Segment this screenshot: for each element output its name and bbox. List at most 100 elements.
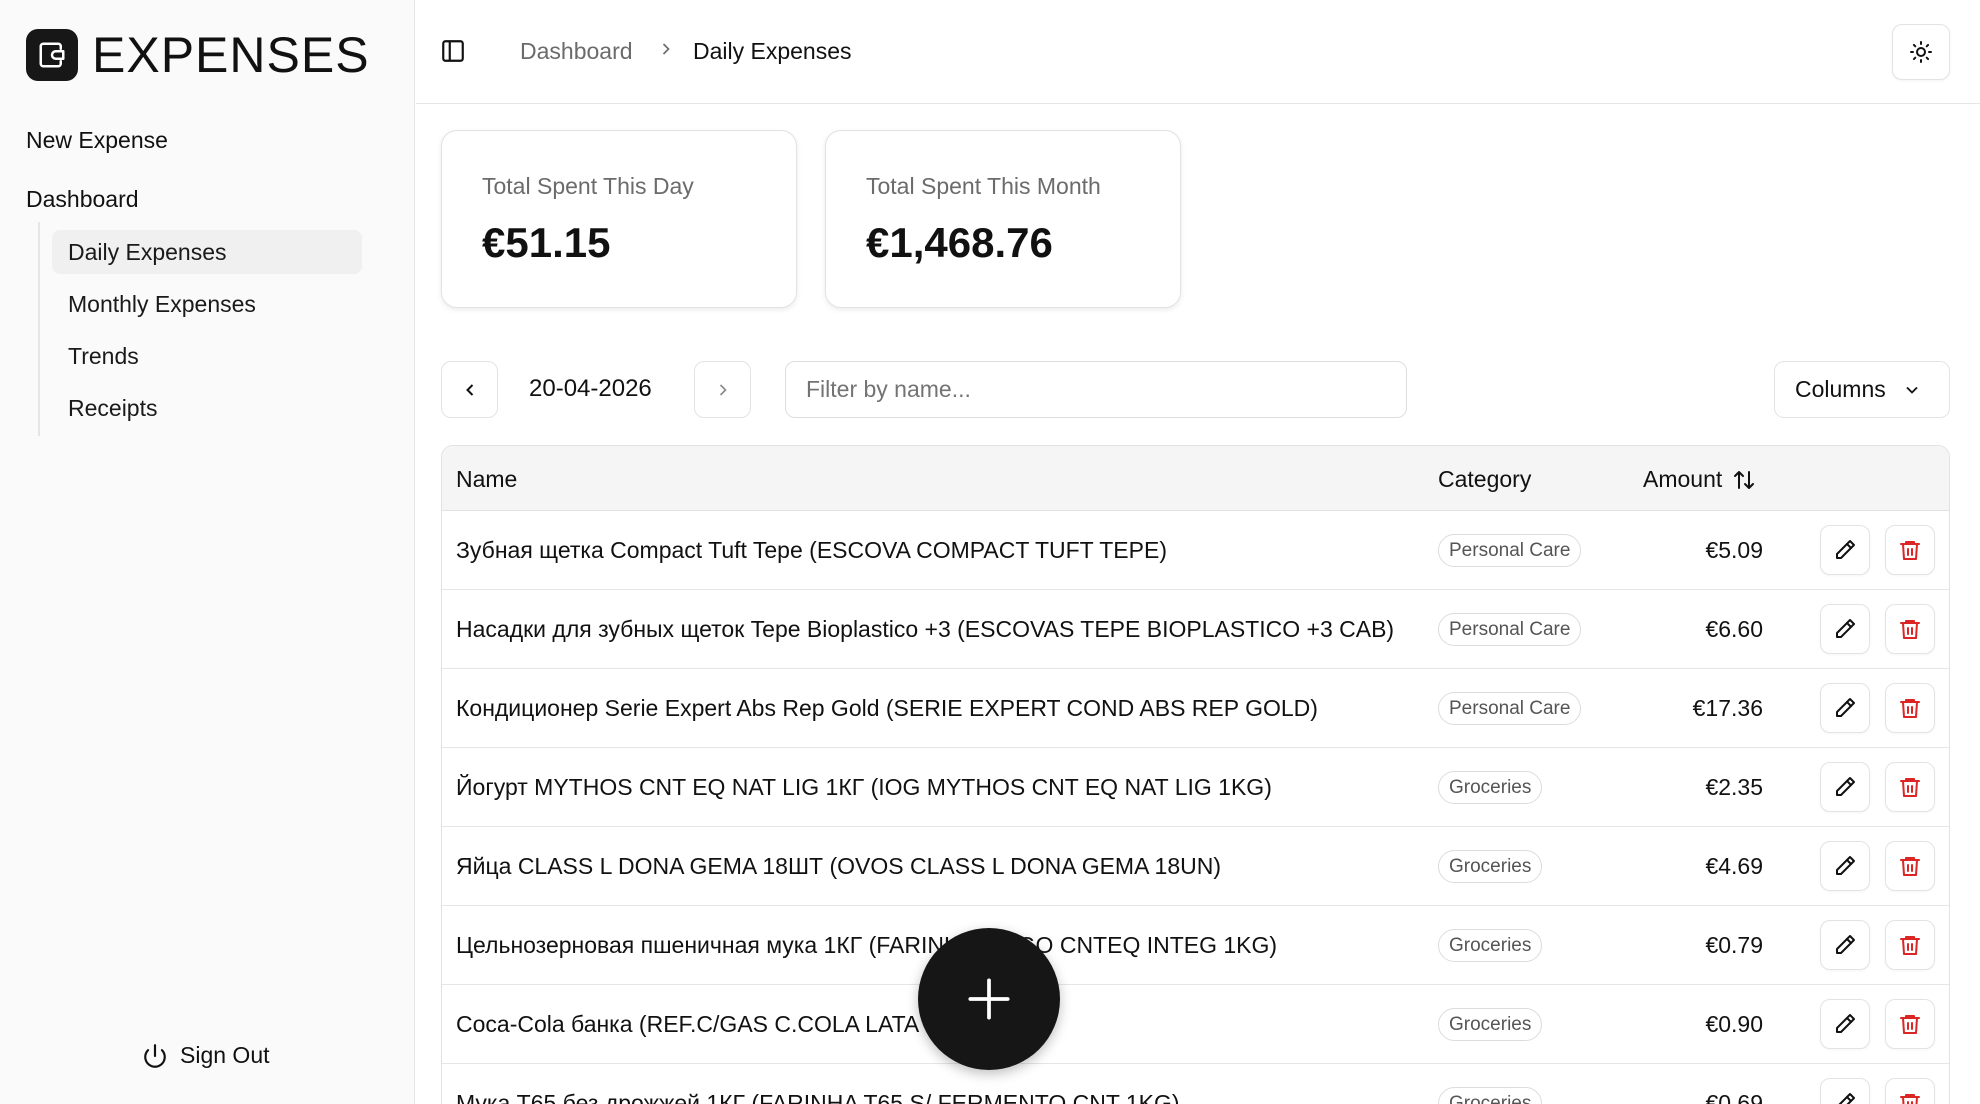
delete-button[interactable]: [1885, 604, 1935, 654]
chevron-right-icon: [656, 38, 676, 65]
edit-button[interactable]: [1820, 1078, 1870, 1104]
trash-icon: [1900, 699, 1920, 718]
theme-toggle-button[interactable]: [1892, 24, 1950, 80]
pencil-icon: [1836, 1014, 1855, 1033]
sidebar-item-trends[interactable]: Trends: [52, 334, 362, 378]
cell-name: Coca-Cola банка (REF.C/GAS C.COLA LATA 3…: [456, 1011, 988, 1037]
trash-icon: [1900, 1015, 1920, 1034]
cell-amount: €0.79: [1705, 932, 1763, 958]
sidebar-item-dashboard[interactable]: Dashboard: [26, 186, 139, 213]
sidebar-item-new-expense[interactable]: New Expense: [26, 127, 168, 154]
amount-header-label: Amount: [1643, 466, 1723, 492]
table-row[interactable]: Цельнозерновая пшеничная мука 1КГ (FARIN…: [442, 906, 1949, 985]
trash-icon: [1900, 1094, 1920, 1104]
plus-icon: [968, 978, 1010, 1020]
table-row[interactable]: Зубная щетка Compact Tuft Tepe (ESCOVA C…: [442, 511, 1949, 590]
power-icon: [144, 1043, 166, 1068]
wallet-icon: [26, 29, 78, 81]
sun-icon: [1910, 41, 1932, 63]
trash-icon: [1900, 620, 1920, 639]
delete-button[interactable]: [1885, 920, 1935, 970]
trash-icon: [1900, 778, 1920, 797]
sort-icon: [1734, 470, 1755, 489]
edit-button[interactable]: [1820, 525, 1870, 575]
app-logo[interactable]: EXPENSES: [26, 26, 370, 84]
breadcrumb-current: Daily Expenses: [693, 38, 852, 64]
cell-name: Зубная щетка Compact Tuft Tepe (ESCOVA C…: [456, 537, 1167, 563]
pencil-icon: [1836, 540, 1855, 559]
cell-amount: €5.09: [1705, 537, 1763, 563]
table-header: Name Category Amount: [442, 446, 1949, 511]
card-label: Total Spent This Day: [482, 173, 694, 199]
sidebar-toggle-icon: [442, 40, 464, 62]
card-total-day: Total Spent This Day €51.15: [441, 130, 797, 308]
cell-name: Цельнозерновая пшеничная мука 1КГ (FARIN…: [456, 932, 1278, 958]
pencil-icon: [1836, 619, 1855, 638]
cell-amount: €2.35: [1705, 774, 1763, 800]
card-value: €1,468.76: [866, 219, 1053, 266]
sign-out-button[interactable]: Sign Out: [142, 1042, 270, 1069]
previous-day-button[interactable]: [441, 361, 498, 418]
chevron-left-icon: [465, 383, 473, 396]
table-row[interactable]: Coca-Cola банка (REF.C/GAS C.COLA LATA 3…: [442, 985, 1949, 1064]
columns-label: Columns: [1795, 376, 1886, 402]
sidebar: EXPENSES New Expense Dashboard Daily Exp…: [0, 0, 415, 1104]
cell-name: Йогурт MYTHOS CNT EQ NAT LIG 1КГ (IOG MY…: [456, 774, 1272, 800]
trash-icon: [1900, 541, 1920, 560]
sidebar-item-receipts[interactable]: Receipts: [52, 386, 362, 430]
edit-button[interactable]: [1820, 920, 1870, 970]
trash-icon: [1900, 857, 1920, 876]
edit-button[interactable]: [1820, 683, 1870, 733]
pencil-icon: [1836, 777, 1855, 796]
columns-dropdown-button[interactable]: Columns: [1774, 361, 1950, 418]
delete-button[interactable]: [1885, 762, 1935, 812]
pencil-icon: [1836, 935, 1855, 954]
edit-button[interactable]: [1820, 762, 1870, 812]
category-badge: Personal Care: [1438, 613, 1582, 646]
delete-button[interactable]: [1885, 683, 1935, 733]
category-badge: Groceries: [1438, 850, 1543, 883]
table-row[interactable]: Мука T65 без дрожжей 1КГ (FARINHA T65 S/…: [442, 1064, 1949, 1104]
add-expense-fab[interactable]: [918, 928, 1060, 1070]
delete-button[interactable]: [1885, 841, 1935, 891]
filter-by-name-input[interactable]: [785, 361, 1407, 418]
sidebar-item-daily-expenses[interactable]: Daily Expenses: [52, 230, 362, 274]
next-day-button[interactable]: [694, 361, 751, 418]
sidebar-toggle-button[interactable]: [438, 36, 468, 66]
delete-button[interactable]: [1885, 525, 1935, 575]
category-badge: Personal Care: [1438, 692, 1582, 725]
cell-amount: €0.69: [1705, 1090, 1763, 1104]
card-value: €51.15: [482, 219, 611, 266]
sidebar-item-monthly-expenses[interactable]: Monthly Expenses: [52, 282, 362, 326]
breadcrumb-dashboard[interactable]: Dashboard: [520, 38, 633, 65]
edit-button[interactable]: [1820, 604, 1870, 654]
delete-button[interactable]: [1885, 1078, 1935, 1104]
table-row[interactable]: Йогурт MYTHOS CNT EQ NAT LIG 1КГ (IOG MY…: [442, 748, 1949, 827]
top-header: Dashboard Daily Expenses: [416, 0, 1980, 104]
cell-name: Насадки для зубных щеток Tepe Bioplastic…: [456, 616, 1395, 642]
delete-button[interactable]: [1885, 999, 1935, 1049]
table-row[interactable]: Кондиционер Serie Expert Abs Rep Gold (S…: [442, 669, 1949, 748]
cell-amount: €4.69: [1705, 853, 1763, 879]
cell-amount: €6.60: [1705, 616, 1763, 642]
cell-name: Яйца CLASS L DONA GEMA 18ШТ (OVOS CLASS …: [456, 853, 1222, 879]
cell-name: Кондиционер Serie Expert Abs Rep Gold (S…: [456, 695, 1318, 721]
card-label: Total Spent This Month: [866, 173, 1101, 199]
column-header-name: Name: [456, 466, 518, 492]
pencil-icon: [1836, 698, 1855, 717]
category-badge: Groceries: [1438, 929, 1543, 962]
sign-out-label: Sign Out: [180, 1042, 270, 1068]
category-badge: Groceries: [1438, 1087, 1543, 1104]
current-date: 20-04-2026: [529, 375, 652, 402]
chevron-right-icon: [719, 383, 727, 396]
column-header-amount[interactable]: Amount: [1643, 466, 1756, 493]
table-row[interactable]: Яйца CLASS L DONA GEMA 18ШТ (OVOS CLASS …: [442, 827, 1949, 906]
cell-amount: €0.90: [1705, 1011, 1763, 1037]
edit-button[interactable]: [1820, 841, 1870, 891]
table-row[interactable]: Насадки для зубных щеток Tepe Bioplastic…: [442, 590, 1949, 669]
expenses-table: Name Category Amount Зубная щетка Compac…: [441, 445, 1950, 1104]
cell-name: Мука T65 без дрожжей 1КГ (FARINHA T65 S/…: [456, 1090, 1180, 1104]
cell-amount: €17.36: [1692, 695, 1763, 721]
card-total-month: Total Spent This Month €1,468.76: [825, 130, 1181, 308]
edit-button[interactable]: [1820, 999, 1870, 1049]
